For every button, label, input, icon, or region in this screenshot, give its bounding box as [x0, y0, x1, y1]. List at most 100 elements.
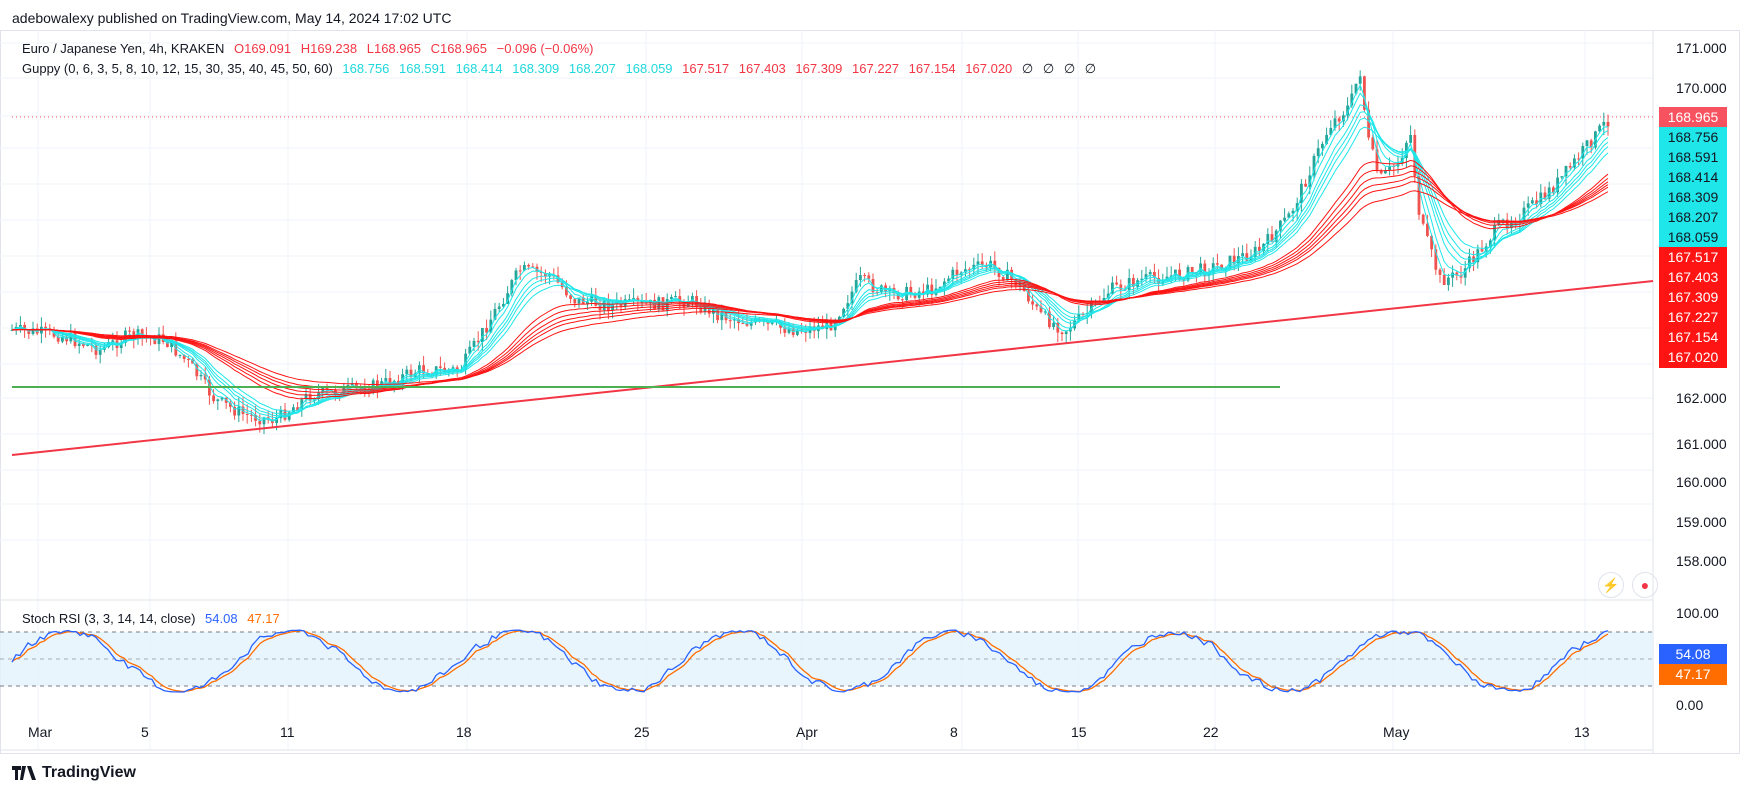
price-badge: 168.414	[1659, 167, 1727, 188]
low-value: L168.965	[366, 41, 421, 56]
price-badge: 167.154	[1659, 327, 1727, 348]
candle-body	[405, 369, 409, 375]
candle-body	[1064, 331, 1068, 335]
candle-body	[1035, 304, 1039, 307]
price-badge: 167.517	[1659, 247, 1727, 268]
candle-body	[439, 366, 442, 368]
guppy-empty-2: ∅	[1063, 61, 1076, 76]
time-tick: 25	[634, 724, 650, 740]
price-badge: 168.965	[1659, 107, 1727, 128]
long-ema-line	[11, 181, 1609, 389]
candle-body	[1321, 143, 1324, 149]
open-value: O169.091	[233, 41, 292, 56]
candle-body	[1447, 277, 1450, 285]
price-badge: 168.207	[1659, 207, 1727, 228]
candle-body	[128, 330, 131, 332]
high-value: H169.238	[300, 41, 358, 56]
candle-body	[1358, 76, 1362, 84]
candle-body	[497, 306, 501, 310]
price-tick: 159.000	[1676, 514, 1727, 530]
stoch-k-value: 54.08	[205, 611, 238, 626]
candle-body	[212, 395, 215, 402]
guppy-long-2: 167.309	[795, 61, 843, 76]
time-tick: 15	[1071, 724, 1087, 740]
guppy-short-5: 168.059	[625, 61, 673, 76]
candle-body	[216, 399, 220, 402]
stoch-d-value: 47.17	[247, 611, 280, 626]
candle-body	[1409, 134, 1412, 143]
candle-body	[1606, 121, 1610, 127]
price-tick: 161.000	[1676, 436, 1727, 452]
price-tick: 170.000	[1676, 80, 1727, 96]
long-ema-line	[11, 176, 1609, 391]
time-tick: 22	[1203, 724, 1219, 740]
candle-body	[569, 295, 572, 299]
candle-body	[1421, 214, 1425, 224]
candle-body	[199, 374, 203, 377]
stoch-tick: 0.00	[1676, 697, 1704, 713]
candle-body	[1060, 332, 1064, 335]
guppy-long-3: 167.227	[852, 61, 900, 76]
price-badge: 168.309	[1659, 187, 1727, 208]
lightning-icon[interactable]: ⚡	[1598, 572, 1624, 598]
candle-body	[1438, 269, 1442, 275]
guppy-short-0: 168.756	[342, 61, 390, 76]
price-badge: 168.591	[1659, 147, 1727, 168]
publisher-line: adebowalexy published on TradingView.com…	[12, 10, 452, 26]
price-tick: 162.000	[1676, 390, 1727, 406]
ascending-trendline	[11, 280, 1654, 456]
price-badge: 167.309	[1659, 287, 1727, 308]
candle-body	[44, 326, 47, 329]
tradingview-logo: TradingView	[12, 764, 136, 782]
candle-body	[1148, 271, 1152, 275]
brand-name: TradingView	[42, 764, 136, 781]
candle-body	[111, 340, 115, 343]
symbol-title: Euro / Japanese Yen, 4h, KRAKEN	[22, 41, 225, 56]
candle-body	[527, 264, 530, 267]
candle-body	[573, 298, 577, 304]
price-badge: 167.403	[1659, 267, 1727, 288]
candle-body	[1531, 200, 1534, 204]
guppy-title: Guppy (0, 6, 3, 5, 8, 10, 12, 15, 30, 35…	[22, 61, 333, 76]
candle-body	[955, 269, 959, 275]
stoch-tick: 100.00	[1676, 605, 1719, 621]
candle-body	[863, 275, 866, 277]
guppy-empty-0: ∅	[1021, 61, 1034, 76]
candle-body	[1602, 121, 1606, 126]
record-icon[interactable]: ●	[1632, 572, 1658, 598]
price-badge: 168.059	[1659, 227, 1727, 248]
candle-body	[77, 343, 81, 347]
candle-body	[1526, 203, 1530, 208]
candle-body	[195, 363, 199, 377]
guppy-short-3: 168.309	[512, 61, 560, 76]
time-tick: Apr	[796, 724, 818, 740]
guppy-long-4: 167.154	[908, 61, 956, 76]
stoch-badge: 47.17	[1659, 664, 1727, 685]
candle-body	[741, 323, 745, 325]
candle-body	[472, 340, 476, 347]
time-tick: 18	[456, 724, 472, 740]
stoch-title: Stoch RSI (3, 3, 14, 14, close)	[22, 611, 196, 626]
candle-body	[1560, 176, 1564, 178]
candle-body	[187, 359, 190, 361]
price-badge: 168.756	[1659, 127, 1727, 148]
candle-body	[1283, 217, 1286, 221]
candle-body	[674, 296, 677, 298]
time-tick: 8	[950, 724, 958, 740]
candle-body	[245, 413, 249, 415]
change-value: −0.096 (−0.06%)	[496, 41, 594, 56]
candle-body	[1115, 282, 1118, 285]
chart-canvas[interactable]	[0, 30, 1740, 754]
guppy-empty-3: ∅	[1084, 61, 1097, 76]
price-tick: 158.000	[1676, 553, 1727, 569]
symbol-legend: Euro / Japanese Yen, 4h, KRAKEN O169.091…	[22, 41, 599, 56]
candle-body	[1316, 148, 1320, 157]
candle-body	[1568, 166, 1572, 168]
time-tick: Mar	[28, 724, 53, 740]
candle-body	[518, 270, 522, 272]
candle-body	[1216, 263, 1219, 265]
price-tick: 171.000	[1676, 40, 1727, 56]
stoch-legend: Stoch RSI (3, 3, 14, 14, close) 54.08 47…	[22, 611, 286, 626]
tradingview-icon	[12, 766, 36, 780]
guppy-legend: Guppy (0, 6, 3, 5, 8, 10, 12, 15, 30, 35…	[22, 61, 1102, 77]
